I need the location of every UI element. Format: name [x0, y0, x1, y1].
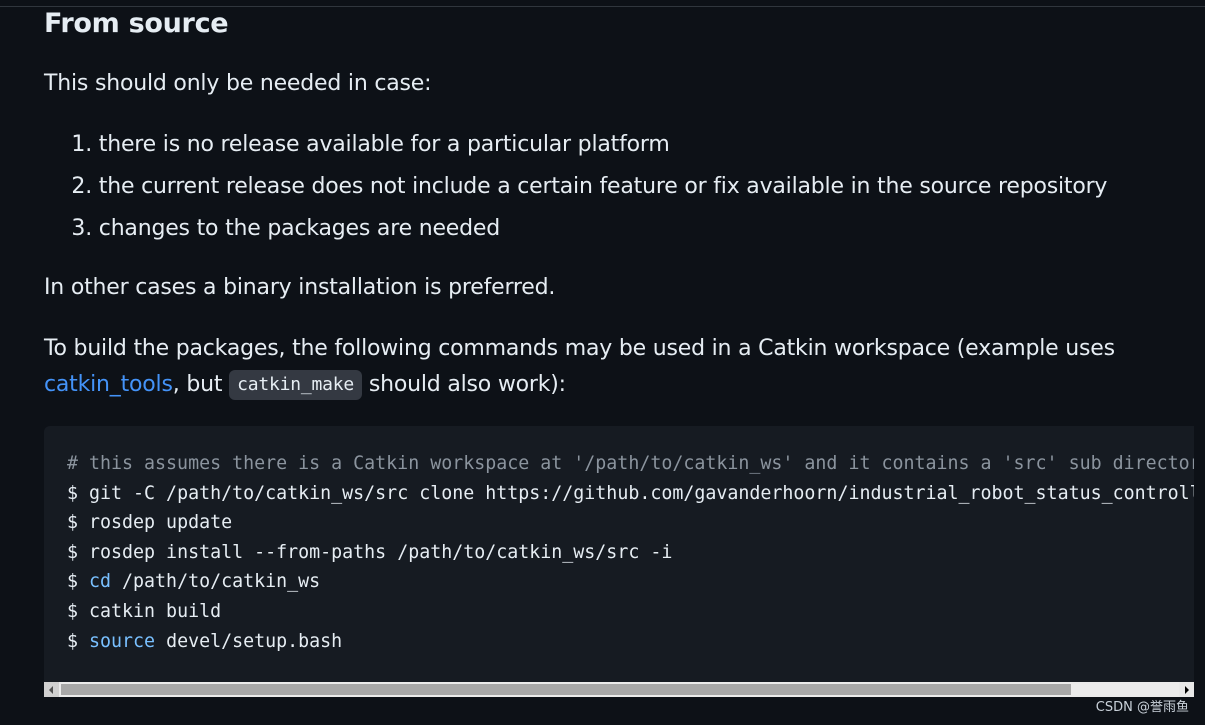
scroll-left-button[interactable]	[44, 682, 59, 697]
command-args: /path/to/catkin_ws	[111, 571, 321, 593]
watermark: CSDN @誉雨鱼	[1095, 700, 1189, 715]
code-block[interactable]: # this assumes there is a Catkin workspa…	[44, 426, 1194, 696]
build-text-but: , but	[172, 372, 230, 397]
shell-prompt: $	[67, 600, 90, 622]
shell-prompt: $	[67, 512, 90, 534]
builtin-command: source	[89, 630, 156, 652]
catkin-make-inline-code: catkin_make	[229, 370, 363, 400]
other-cases-text: In other cases a binary installation is …	[44, 275, 556, 300]
list-item-number: 3.	[71, 216, 92, 241]
code-line-catkin-build: $ catkin build	[67, 597, 1194, 627]
catkin-tools-link[interactable]: catkin_tools	[44, 372, 173, 397]
command-text: rosdep update	[89, 512, 233, 534]
code-line-rosdep-update: $ rosdep update	[67, 508, 1194, 538]
list-item-text: changes to the packages are needed	[98, 216, 500, 241]
intro-text: This should only be needed in case:	[44, 71, 432, 96]
shell-prompt: $	[67, 571, 90, 593]
code-line-source: $ source devel/setup.bash	[67, 627, 1194, 657]
list-item-number: 1.	[71, 132, 92, 157]
arrow-left-icon	[49, 686, 53, 694]
build-text-line2: catkin_tools, but catkin_make should als…	[44, 367, 566, 403]
list-item-text: there is no release available for a part…	[98, 132, 670, 157]
command-text: git -C /path/to/catkin_ws/src clone http…	[89, 482, 1194, 504]
shell-prompt: $	[67, 541, 90, 563]
scrollbar-thumb[interactable]	[61, 684, 1071, 695]
code-line-cd: $ cd /path/to/catkin_ws	[67, 567, 1194, 597]
command-text: catkin build	[89, 600, 222, 622]
arrow-right-icon	[1185, 686, 1189, 694]
command-args: devel/setup.bash	[155, 630, 343, 652]
scroll-right-button[interactable]	[1179, 682, 1194, 697]
horizontal-scrollbar[interactable]	[44, 682, 1194, 697]
section-heading: From source	[44, 8, 229, 39]
command-text: rosdep install --from-paths /path/to/cat…	[89, 541, 673, 563]
shell-prompt: $	[67, 630, 90, 652]
list-item: 3. changes to the packages are needed	[44, 210, 1107, 252]
code-content: # this assumes there is a Catkin workspa…	[67, 449, 1194, 656]
code-comment-line: # this assumes there is a Catkin workspa…	[67, 453, 1194, 474]
list-item: 1. there is no release available for a p…	[44, 126, 1107, 168]
code-line-git-clone: $ git -C /path/to/catkin_ws/src clone ht…	[67, 479, 1194, 509]
list-item-number: 2.	[71, 174, 92, 199]
build-text-line1: To build the packages, the following com…	[44, 336, 1115, 361]
shell-prompt: $	[67, 482, 90, 504]
list-item-text: the current release does not include a c…	[98, 174, 1108, 199]
code-line-rosdep-install: $ rosdep install --from-paths /path/to/c…	[67, 538, 1194, 568]
build-text-end: should also work):	[362, 372, 566, 397]
builtin-command: cd	[89, 571, 112, 593]
list-item: 2. the current release does not include …	[44, 168, 1107, 210]
reasons-list: 1. there is no release available for a p…	[44, 126, 1107, 252]
readme-page: From source This should only be needed i…	[0, 0, 1205, 725]
